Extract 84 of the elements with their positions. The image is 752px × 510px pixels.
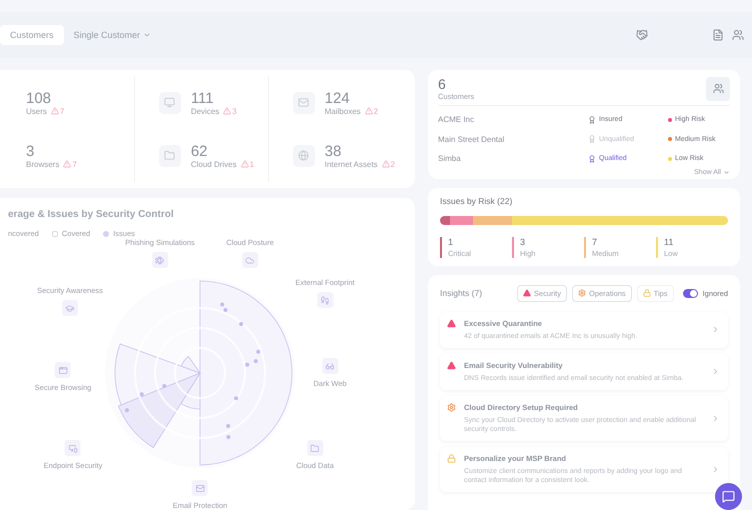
globe-icon [292, 144, 315, 166]
lock-icon [642, 289, 651, 297]
document-icon[interactable] [712, 29, 724, 41]
issue-point [254, 359, 258, 364]
issue-count: 2 [364, 106, 378, 116]
chevron-icon [723, 168, 730, 176]
mail-icon [192, 480, 208, 496]
risk-count: 7 [592, 236, 598, 246]
stat-label: Devices [190, 106, 220, 116]
issue-count: 7 [63, 160, 77, 168]
badge-icon [588, 116, 596, 124]
legend-marker [103, 230, 110, 236]
customer-count: 6 [438, 76, 447, 92]
chevron-icon [711, 367, 720, 376]
warning-icon [522, 289, 531, 297]
stat-value: 38 [324, 142, 342, 160]
issue-count: 3 [223, 106, 237, 116]
stat-value: 111 [190, 90, 215, 106]
stat-label: Cloud Drives [190, 160, 237, 168]
browser-window-icon [55, 362, 71, 378]
cloud-icon [242, 252, 258, 268]
card-title: Issues by Risk (22) [440, 196, 514, 206]
warning-icon [382, 160, 390, 168]
warning-icon [447, 360, 456, 370]
graduation-cap-icon [62, 300, 78, 316]
gear-icon [578, 289, 586, 297]
customer-name: Simba [438, 154, 462, 164]
chevron-icon [711, 325, 720, 334]
warning-icon [364, 107, 373, 115]
chevron-icon [711, 414, 720, 423]
customer-name: Main Street Dental [438, 134, 506, 144]
risk-count: 3 [520, 236, 526, 246]
warning-icon [447, 318, 456, 328]
warning-icon [50, 107, 59, 115]
stat-value: 108 [26, 90, 52, 106]
folder-icon [307, 440, 323, 456]
devices-icon [65, 440, 81, 456]
warning-icon [240, 160, 249, 168]
stat-value: 62 [190, 142, 208, 160]
chevron-icon [711, 464, 720, 474]
issue-point [140, 392, 144, 396]
ignored-toggle[interactable] [682, 288, 698, 298]
issue-point [226, 434, 230, 439]
issue-point [124, 408, 129, 412]
stat-label: Internet Assets [324, 160, 378, 168]
monitor-icon [158, 92, 181, 114]
issue-point [234, 396, 238, 400]
stat-value: 124 [324, 90, 351, 106]
issue-point [239, 322, 244, 326]
glasses-icon [322, 358, 338, 374]
warning-icon [223, 107, 232, 115]
issue-count: 2 [382, 160, 395, 168]
card-title: Insights (7) [440, 288, 482, 298]
risk-count: 1 [448, 236, 454, 246]
card-title: erage & Issues by Security Control [8, 209, 174, 220]
issue-point [226, 424, 230, 428]
issue-point [256, 350, 260, 354]
badge-icon [588, 135, 596, 144]
issue-count: 7 [50, 106, 64, 116]
warning-icon [63, 160, 72, 168]
issue-count: 1 [240, 160, 254, 168]
risk-count: 11 [664, 236, 674, 246]
handshake-icon[interactable] [636, 29, 648, 41]
legend-marker [52, 230, 58, 236]
chat-icon [722, 490, 735, 503]
stat-label: Users [26, 106, 47, 116]
folder-icon [158, 144, 181, 166]
fish-icon [152, 252, 168, 268]
view-tab[interactable]: Customers [0, 25, 64, 45]
customer-dropdown[interactable]: Single Customer [64, 25, 162, 45]
footprints-icon [317, 292, 333, 308]
mail-icon [292, 92, 315, 114]
caret-icon [143, 31, 152, 39]
badge-icon [588, 154, 596, 163]
stat-label: Mailboxes [324, 106, 361, 116]
stat-label: Browsers [26, 160, 60, 168]
lock-icon [447, 454, 456, 463]
stat-value: 3 [26, 142, 36, 160]
issue-point [162, 384, 166, 388]
gear-icon [447, 402, 456, 412]
issue-point [245, 362, 250, 367]
users-icon[interactable] [706, 76, 730, 100]
customer-name: ACME Inc [438, 115, 476, 124]
users-icon[interactable] [732, 29, 744, 41]
